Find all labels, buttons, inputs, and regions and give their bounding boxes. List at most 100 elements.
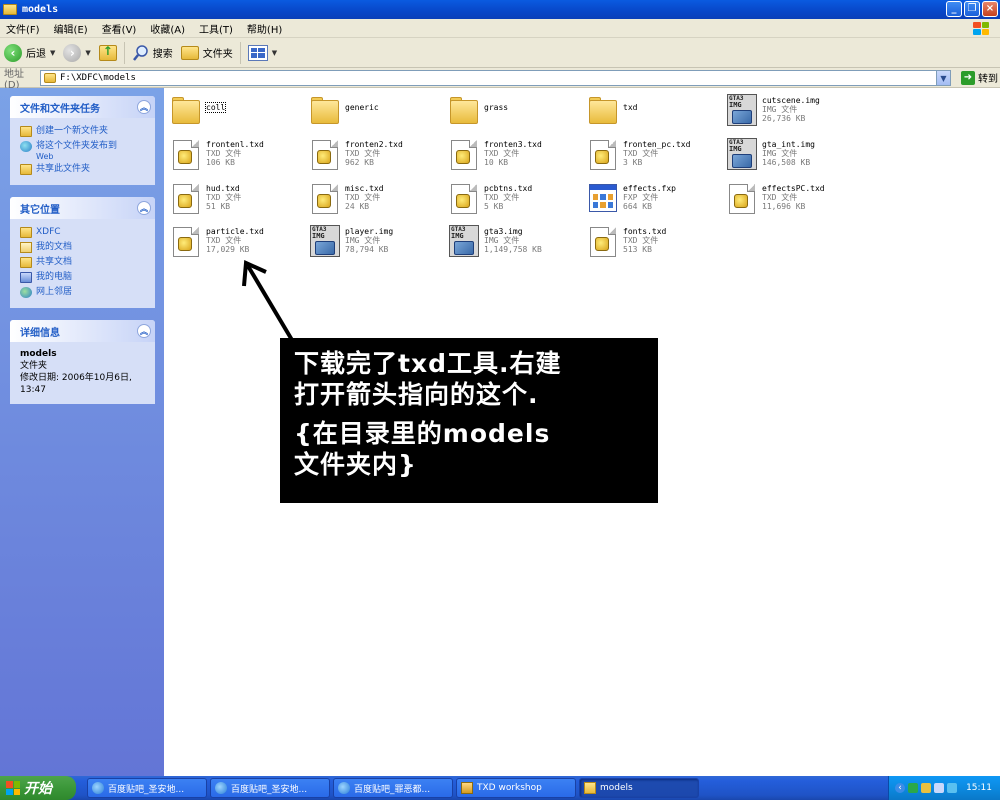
tasks-panel: 文件和文件夹任务 ︽ 创建一个新文件夹 将这个文件夹发布到 Web 共享此文件夹 [10,96,155,185]
ie-icon [338,782,350,794]
file-name: gta3.img [484,227,523,236]
chevron-down-icon[interactable]: ▼ [936,71,950,85]
file-size: 78,794 KB [345,245,389,254]
file-item[interactable]: frontenl.txd TXD 文件 106 KB [170,138,308,180]
taskbar-button[interactable]: 百度贴吧_罪恶都... [333,778,453,798]
folder-item[interactable]: grass [448,94,586,136]
chevron-up-icon[interactable]: ︽ [137,324,151,338]
tasks-panel-header[interactable]: 文件和文件夹任务 ︽ [10,96,155,118]
annotation-box: 下载完了txd工具.右建 打开箭头指向的这个. {在目录里的models 文件夹… [280,338,658,503]
file-item[interactable]: fronten2.txd TXD 文件 962 KB [309,138,447,180]
menu-favorites[interactable]: 收藏(A) [144,21,193,36]
address-input[interactable]: F:\XDFC\models ▼ [40,70,951,86]
chevron-down-icon[interactable]: ▼ [50,49,55,57]
file-item[interactable]: effectsPC.txd TXD 文件 11,696 KB [726,182,864,224]
close-button[interactable]: × [982,1,998,17]
menu-file[interactable]: 文件(F) [0,21,48,36]
taskbar-button[interactable]: TXD workshop [456,778,576,798]
folders-button[interactable]: 文件夹 [177,41,237,65]
folder-item[interactable]: generic [309,94,447,136]
file-label: gta3.img IMG 文件 1,149,758 KB [484,225,542,254]
network-icon [20,287,32,298]
file-item[interactable]: effects.fxp FXP 文件 664 KB [587,182,725,224]
tray-network-icon[interactable] [908,783,918,793]
place-xdfc[interactable]: XDFC [20,225,147,240]
file-name: effectsPC.txd [762,184,825,193]
place-shared-documents[interactable]: 共享文档 [20,255,147,270]
file-size: 17,029 KB [206,245,250,254]
folder-item[interactable]: txd [587,94,725,136]
places-panel: 其它位置 ︽ XDFC 我的文档 共享文档 我的电脑 网上邻居 [10,197,155,308]
place-my-computer[interactable]: 我的电脑 [20,270,147,285]
documents-icon [20,242,32,253]
shared-folder-icon [20,257,32,268]
chevron-up-icon[interactable]: ︽ [137,100,151,114]
file-name: player.img [345,227,394,236]
file-item[interactable]: GTA3 IMG gta_int.img IMG 文件 146,508 KB [726,138,864,180]
chevron-up-icon[interactable]: ︽ [137,201,151,215]
tray-expand-icon[interactable]: ‹ [895,783,905,793]
file-size: 513 KB [623,245,652,254]
file-label: fonts.txd TXD 文件 513 KB [623,225,666,254]
folder-item[interactable]: coll [170,94,308,136]
back-button[interactable]: ‹ 后退 ▼ [0,41,59,65]
file-name: hud.txd [206,184,240,193]
txd-file-icon [587,138,619,170]
place-label: 我的文档 [36,242,73,252]
file-size: 24 KB [345,202,370,211]
menu-view[interactable]: 查看(V) [96,21,145,36]
place-network[interactable]: 网上邻居 [20,285,147,300]
tray-app-icon[interactable] [921,783,931,793]
file-item[interactable]: fonts.txd TXD 文件 513 KB [587,225,725,267]
file-label: fronten_pc.txd TXD 文件 3 KB [623,138,690,167]
views-button[interactable]: ▼ [244,41,281,65]
places-panel-title: 其它位置 [20,204,60,216]
file-item[interactable]: fronten_pc.txd TXD 文件 3 KB [587,138,725,180]
file-item[interactable]: fronten3.txd TXD 文件 10 KB [448,138,586,180]
tray-volume-icon[interactable] [934,783,944,793]
place-my-documents[interactable]: 我的文档 [20,240,147,255]
file-type: TXD 文件 [206,193,242,202]
minimize-button[interactable]: _ [946,1,962,17]
new-folder-link[interactable]: 创建一个新文件夹 [20,124,147,139]
txd-file-icon [170,225,202,257]
folder-icon [587,96,619,128]
file-size: 3 KB [623,158,643,167]
file-item[interactable]: pcbtns.txd TXD 文件 5 KB [448,182,586,224]
menu-tools[interactable]: 工具(T) [193,21,241,36]
file-item[interactable]: GTA3 IMG gta3.img IMG 文件 1,149,758 KB [448,225,586,267]
file-name: fronten2.txd [345,140,403,149]
clock: 15:11 [966,783,992,793]
details-panel-header[interactable]: 详细信息 ︽ [10,320,155,342]
taskbar-button[interactable]: 百度贴吧_圣安地... [87,778,207,798]
search-button[interactable]: 搜索 [128,41,177,65]
file-type: IMG 文件 [484,236,520,245]
start-button[interactable]: 开始 [0,776,76,800]
forward-button[interactable]: › ▼ [59,41,94,65]
toolbar-divider [239,41,241,64]
file-size: 664 KB [623,202,652,211]
places-panel-header[interactable]: 其它位置 ︽ [10,197,155,219]
menu-help[interactable]: 帮助(H) [241,21,290,36]
tray-security-icon[interactable] [947,783,957,793]
address-value: F:\XDFC\models [60,73,136,83]
chevron-down-icon[interactable]: ▼ [85,49,90,57]
chevron-down-icon[interactable]: ▼ [272,49,277,57]
menu-bar: 文件(F) 编辑(E) 查看(V) 收藏(A) 工具(T) 帮助(H) [0,19,1000,38]
search-label: 搜索 [152,49,173,60]
file-item[interactable]: GTA3 IMG player.img IMG 文件 78,794 KB [309,225,447,267]
go-button[interactable]: ➜ 转到 [961,70,998,85]
share-folder-link[interactable]: 共享此文件夹 [20,162,147,177]
menu-edit[interactable]: 编辑(E) [48,21,96,36]
file-item[interactable]: misc.txd TXD 文件 24 KB [309,182,447,224]
place-label: XDFC [36,227,61,237]
file-item[interactable]: GTA3 IMG cutscene.img IMG 文件 26,736 KB [726,94,864,136]
place-label: 网上邻居 [36,287,73,297]
taskbar-button[interactable]: 百度贴吧_圣安地... [210,778,330,798]
up-button[interactable]: ↑ [95,41,121,65]
publish-web-link[interactable]: 将这个文件夹发布到 Web [20,139,147,162]
maximize-button[interactable]: ❐ [964,1,980,17]
file-size: 962 KB [345,158,374,167]
taskbar-button[interactable]: models [579,778,699,798]
file-item[interactable]: hud.txd TXD 文件 51 KB [170,182,308,224]
